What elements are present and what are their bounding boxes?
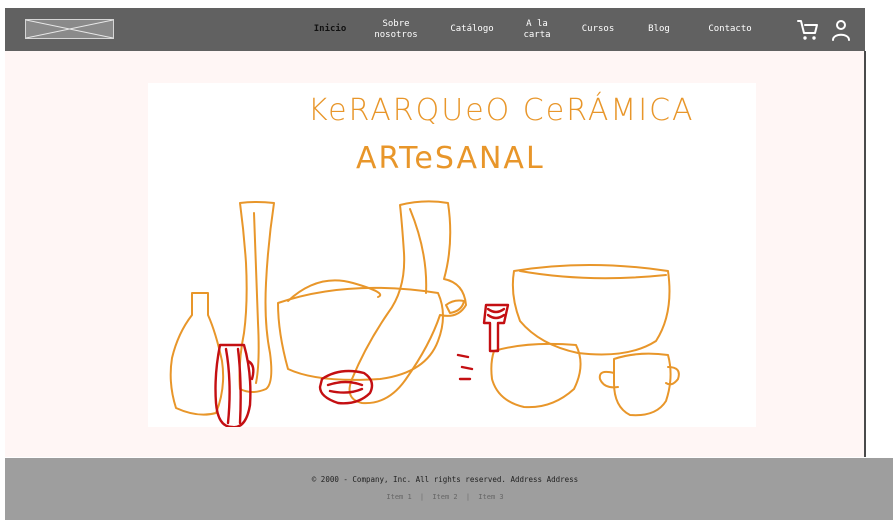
top-margin	[0, 0, 893, 8]
site-footer: © 2000 - Company, Inc. All rights reserv…	[5, 458, 893, 520]
nav-item-sobre-nosotros[interactable]: Sobre nosotros	[371, 8, 421, 51]
nav-item-blog[interactable]: Blog	[639, 8, 679, 51]
pottery-sketch	[169, 200, 680, 427]
bottom-margin	[0, 520, 893, 524]
nav-item-a-la-carta[interactable]: A la carta	[517, 8, 557, 51]
footer-separator: |	[419, 493, 425, 501]
footer-links: Item 1 | Item 2 | Item 3	[5, 493, 885, 501]
nav-item-label: Sobre nosotros	[374, 18, 418, 40]
logo-placeholder[interactable]	[25, 19, 114, 39]
logo-placeholder-icon	[26, 20, 113, 38]
nav-item-contacto[interactable]: Contacto	[705, 8, 755, 51]
copyright-text: © 2000 - Company, Inc. All rights reserv…	[311, 475, 579, 484]
hero-image: KeRARQUeO CeRÁMICA ARTeSANAL	[148, 83, 756, 427]
nav-item-inicio[interactable]: Inicio	[307, 8, 353, 51]
nav-item-label: Contacto	[708, 24, 752, 34]
nav-item-catalogo[interactable]: Catálogo	[447, 8, 497, 51]
site-header: Inicio Sobre nosotros Catálogo A la cart…	[5, 8, 865, 51]
hero-subtitle: ARTeSANAL	[356, 141, 545, 176]
nav-item-label: A la carta	[523, 18, 551, 40]
footer-link-item-1[interactable]: Item 1	[386, 493, 411, 501]
footer-link-item-2[interactable]: Item 2	[432, 493, 457, 501]
main-content: KeRARQUeO CeRÁMICA ARTeSANAL	[5, 51, 866, 457]
nav-item-label: Catálogo	[450, 24, 494, 34]
nav-item-label: Inicio	[313, 24, 347, 34]
nav-item-label: Blog	[648, 24, 670, 34]
cart-icon[interactable]	[796, 18, 820, 42]
user-icon[interactable]	[829, 18, 853, 42]
nav-item-cursos[interactable]: Cursos	[578, 8, 618, 51]
footer-link-item-3[interactable]: Item 3	[478, 493, 503, 501]
hero-title: KeRARQUeO CeRÁMICA	[308, 93, 695, 128]
nav-item-label: Cursos	[581, 24, 615, 34]
footer-separator: |	[465, 493, 471, 501]
